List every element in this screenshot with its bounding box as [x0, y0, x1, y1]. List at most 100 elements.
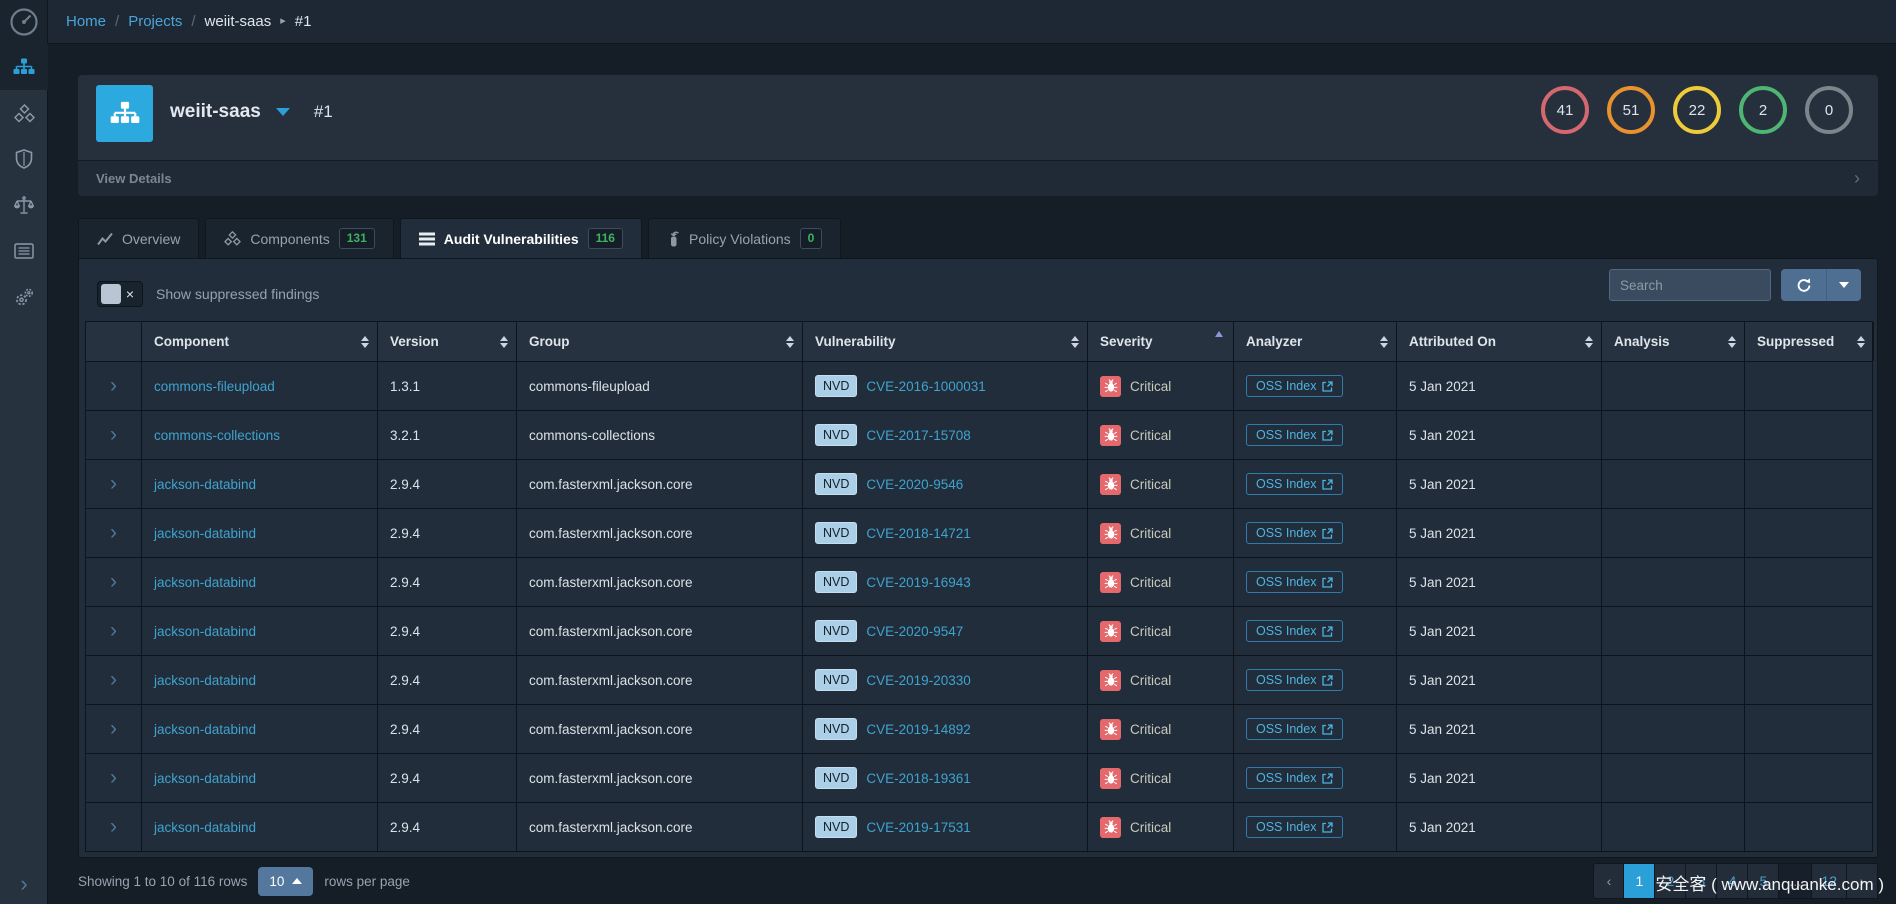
version-cell: 2.9.4 — [390, 476, 421, 492]
table-footer: Showing 1 to 10 of 116 rows 10 rows per … — [0, 858, 1896, 904]
analyzer-label: OSS Index — [1256, 428, 1317, 442]
project-version-dropdown-caret[interactable] — [275, 108, 290, 116]
expand-row-chevron[interactable]: › — [86, 803, 142, 851]
column-header[interactable]: Vulnerability — [803, 322, 1088, 361]
expand-row-chevron[interactable]: › — [86, 705, 142, 753]
vuln-source-badge: NVD — [815, 472, 858, 496]
column-header[interactable]: Suppressed — [1745, 322, 1874, 361]
tab-audit-vulnerabilities[interactable]: Audit Vulnerabilities 116 — [399, 218, 642, 258]
component-link[interactable]: commons-collections — [154, 428, 280, 443]
attributed-on-cell: 5 Jan 2021 — [1409, 378, 1476, 394]
column-header[interactable]: Component — [142, 322, 378, 361]
version-cell: 2.9.4 — [390, 672, 421, 688]
columns-dropdown-button[interactable] — [1827, 269, 1861, 301]
sidebar-item-administration[interactable] — [0, 274, 48, 320]
cve-link[interactable]: CVE-2019-17531 — [866, 820, 970, 835]
severity-label: Critical — [1130, 525, 1172, 541]
sort-both-icon — [1585, 335, 1593, 348]
cve-link[interactable]: CVE-2020-9546 — [866, 477, 963, 492]
component-link[interactable]: jackson-databind — [154, 526, 256, 541]
cve-link[interactable]: CVE-2019-20330 — [866, 673, 970, 688]
analyzer-oss-index-button[interactable]: OSS Index — [1246, 718, 1344, 740]
page-button[interactable]: 1 — [1624, 863, 1656, 899]
cve-link[interactable]: CVE-2018-14721 — [866, 526, 970, 541]
analyzer-oss-index-button[interactable]: OSS Index — [1246, 571, 1344, 593]
component-link[interactable]: jackson-databind — [154, 820, 256, 835]
expand-row-chevron[interactable]: › — [86, 509, 142, 557]
search-input[interactable] — [1609, 269, 1771, 301]
sidebar-item-projects[interactable] — [0, 44, 48, 90]
refresh-button[interactable] — [1781, 269, 1827, 301]
component-link[interactable]: jackson-databind — [154, 673, 256, 688]
analyzer-oss-index-button[interactable]: OSS Index — [1246, 620, 1344, 642]
gauge-logo-icon — [9, 7, 38, 36]
expand-row-chevron[interactable]: › — [86, 558, 142, 606]
column-header[interactable]: Version — [378, 322, 517, 361]
component-link[interactable]: jackson-databind — [154, 477, 256, 492]
tab-badge: 131 — [338, 228, 375, 249]
severity-label: Critical — [1130, 819, 1172, 835]
sort-both-icon — [1380, 335, 1388, 348]
tab-policy-violations[interactable]: Policy Violations 0 — [647, 218, 842, 258]
cve-link[interactable]: CVE-2016-1000031 — [866, 379, 985, 394]
cve-link[interactable]: CVE-2019-16943 — [866, 575, 970, 590]
toggle-off-icon: × — [125, 286, 134, 302]
sidebar-item-vulnerability-audit[interactable] — [0, 228, 48, 274]
analyzer-oss-index-button[interactable]: OSS Index — [1246, 816, 1344, 838]
severity-label: Critical — [1130, 476, 1172, 492]
show-suppressed-toggle[interactable]: × — [97, 281, 143, 307]
analyzer-oss-index-button[interactable]: OSS Index — [1246, 424, 1344, 446]
expand-row-chevron[interactable]: › — [86, 362, 142, 410]
attributed-on-cell: 5 Jan 2021 — [1409, 770, 1476, 786]
column-header[interactable]: Attributed On — [1397, 322, 1602, 361]
sidebar-item-components[interactable] — [0, 90, 48, 136]
page-size-value: 10 — [269, 873, 285, 889]
sidebar-item-licenses[interactable] — [0, 182, 48, 228]
component-link[interactable]: jackson-databind — [154, 771, 256, 786]
expand-row-chevron[interactable]: › — [86, 460, 142, 508]
column-header[interactable]: Group — [517, 322, 803, 361]
version-cell: 2.9.4 — [390, 819, 421, 835]
analyzer-oss-index-button[interactable]: OSS Index — [1246, 375, 1344, 397]
expand-row-chevron[interactable]: › — [86, 411, 142, 459]
column-header[interactable] — [86, 322, 142, 361]
view-details-bar[interactable]: View Details › — [78, 160, 1878, 196]
cve-link[interactable]: CVE-2020-9547 — [866, 624, 963, 639]
severity-label: Critical — [1130, 378, 1172, 394]
breadcrumb-home-link[interactable]: Home — [66, 13, 106, 30]
analyzer-oss-index-button[interactable]: OSS Index — [1246, 669, 1344, 691]
expand-row-chevron[interactable]: › — [86, 656, 142, 704]
sidebar-item-vulnerabilities[interactable] — [0, 136, 48, 182]
expand-row-chevron[interactable]: › — [86, 754, 142, 802]
tab-overview[interactable]: Overview — [78, 218, 200, 258]
cve-link[interactable]: CVE-2019-14892 — [866, 722, 970, 737]
page-size-select[interactable]: 10 — [258, 866, 314, 896]
tab-components[interactable]: Components 131 — [205, 218, 394, 258]
column-header[interactable]: Analyzer — [1234, 322, 1397, 361]
component-link[interactable]: jackson-databind — [154, 722, 256, 737]
column-header[interactable]: Analysis — [1602, 322, 1745, 361]
column-header[interactable]: Severity — [1088, 322, 1234, 361]
watermark-text: 安全客 ( www.anquanke.com ) — [1655, 875, 1884, 894]
cubes-icon — [224, 231, 242, 246]
app-logo[interactable] — [0, 0, 48, 44]
cve-link[interactable]: CVE-2018-19361 — [866, 771, 970, 786]
column-header-label: Group — [529, 334, 570, 349]
breadcrumb-projects-link[interactable]: Projects — [128, 13, 182, 30]
analyzer-oss-index-button[interactable]: OSS Index — [1246, 473, 1344, 495]
group-cell: com.fasterxml.jackson.core — [529, 672, 693, 688]
cve-link[interactable]: CVE-2017-15708 — [866, 428, 970, 443]
breadcrumb-separator: / — [115, 13, 120, 30]
page-button[interactable]: ‹ — [1593, 863, 1625, 899]
breadcrumb-project-version: #1 — [294, 13, 312, 30]
component-link[interactable]: jackson-databind — [154, 624, 256, 639]
component-link[interactable]: commons-fileupload — [154, 379, 275, 394]
metric-ring: 41 — [1541, 86, 1589, 134]
table-header-row: Component Version Group Vulnerability Se… — [86, 322, 1874, 361]
page-button-label: ‹ — [1606, 873, 1612, 889]
component-link[interactable]: jackson-databind — [154, 575, 256, 590]
analyzer-oss-index-button[interactable]: OSS Index — [1246, 767, 1344, 789]
analyzer-label: OSS Index — [1256, 526, 1317, 540]
analyzer-oss-index-button[interactable]: OSS Index — [1246, 522, 1344, 544]
expand-row-chevron[interactable]: › — [86, 607, 142, 655]
